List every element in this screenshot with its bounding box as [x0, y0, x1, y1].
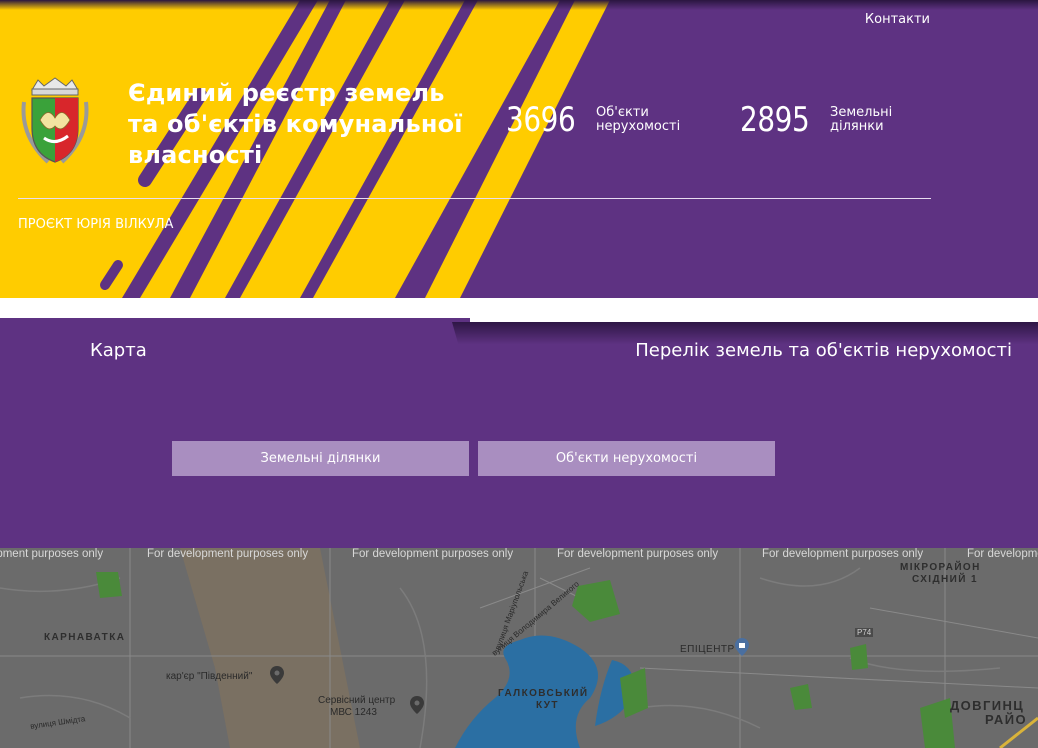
project-link[interactable]: ПРОЄКТ ЮРІЯ ВІЛКУЛА: [18, 217, 173, 232]
map-label-kariier: кар'єр "Південний": [166, 671, 253, 682]
map-watermark: For development purposes only: [0, 548, 104, 560]
map-watermark-row: For development purposes only For develo…: [0, 548, 1038, 564]
stat-land-label: Земельні ділянки: [830, 105, 893, 134]
map-watermark: For development purposes only: [967, 548, 1038, 560]
site-title: Єдиний реєстр земель та об'єктів комунал…: [128, 79, 463, 169]
stat-land-value: 2895: [740, 100, 810, 140]
land-plots-button[interactable]: Земельні ділянки: [172, 441, 469, 476]
map-label-skhidnii: СХІДНИЙ 1: [912, 574, 978, 585]
real-estate-button[interactable]: Об'єкти нерухомості: [478, 441, 775, 476]
map-label-dovhyntsi: ДОВГИНЦ: [950, 698, 1025, 713]
city-coat-of-arms-icon: [21, 77, 89, 164]
tab-map-label: Карта: [90, 340, 147, 361]
stat-objects: 3696 Об'єкти нерухомості: [506, 100, 696, 140]
stat-objects-label: Об'єкти нерухомості: [596, 105, 681, 134]
map-watermark: For development purposes only: [147, 548, 309, 560]
map-road-code: P74: [855, 628, 874, 637]
map-label-kut: КУТ: [536, 700, 559, 711]
view-tabs: Карта Перелік земель та об'єктів нерухом…: [0, 318, 1038, 386]
map-watermark: For development purposes only: [762, 548, 924, 560]
map-label-servis-line1: Сервісний центр: [318, 695, 396, 706]
tab-list-label: Перелік земель та об'єктів нерухомості: [635, 340, 1012, 361]
map-label-mikroraion: МІКРОРАЙОН: [900, 562, 981, 573]
map-label-servis-line2: МВС 1243: [330, 707, 377, 718]
top-shadow: [0, 0, 1038, 10]
map-pin-icon[interactable]: [410, 696, 424, 714]
map-view[interactable]: For development purposes only For develo…: [0, 548, 1038, 748]
map-label-raion: РАЙО: [985, 712, 1027, 727]
map-label-epicentr: ЕПІЦЕНТР: [680, 644, 735, 655]
stat-land: 2895 Земельні ділянки: [740, 100, 930, 140]
contacts-link[interactable]: Контакти: [865, 12, 930, 27]
map-pin-icon[interactable]: [270, 666, 284, 684]
site-header: Контакти Єдиний реєстр земель та об'єкті…: [0, 0, 1038, 298]
map-label-halkivskyi: ГАЛКОВСЬКИЙ: [498, 688, 589, 699]
tab-list[interactable]: Перелік земель та об'єктів нерухомості: [452, 322, 1038, 386]
tab-map[interactable]: Карта: [0, 318, 470, 386]
shopping-pin-icon[interactable]: [735, 638, 749, 656]
map-label-karnavatka: КАРНАВАТКА: [44, 632, 126, 643]
map-watermark: For development purposes only: [557, 548, 719, 560]
map-watermark: For development purposes only: [352, 548, 514, 560]
header-divider: [18, 198, 931, 199]
filter-panel: Земельні ділянки Об'єкти нерухомості: [0, 386, 1038, 548]
stat-objects-value: 3696: [506, 100, 576, 140]
